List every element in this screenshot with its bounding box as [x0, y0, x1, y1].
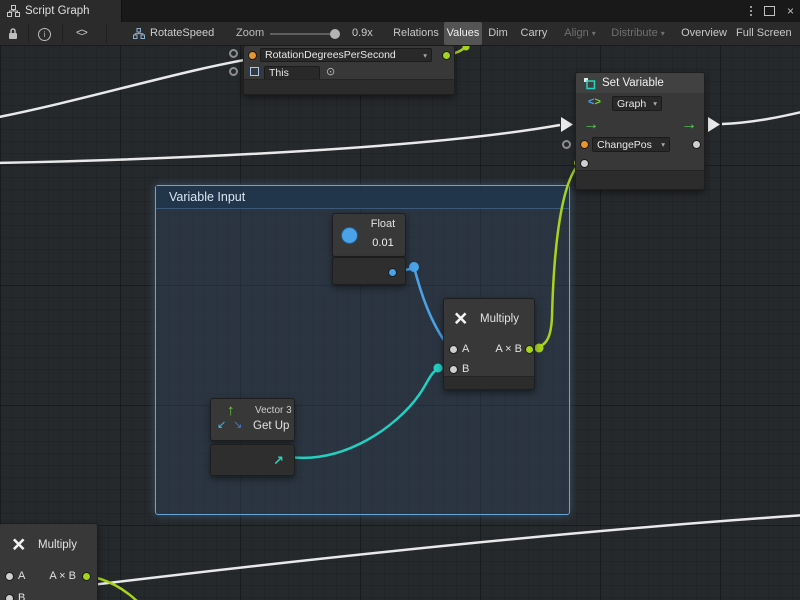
result-label: A × B — [38, 570, 76, 582]
zoom-label: Zoom — [236, 22, 264, 45]
close-icon[interactable]: × — [787, 0, 794, 22]
unconnected-port[interactable] — [562, 140, 571, 149]
align-button[interactable]: Align▾ — [558, 22, 602, 45]
node-title: Set Variable — [602, 77, 664, 89]
chevron-down-icon: ▾ — [420, 51, 427, 60]
dim-button[interactable]: Dim — [484, 22, 512, 45]
flow-out-arrow-icon — [708, 117, 720, 132]
maximize-icon[interactable] — [764, 6, 775, 16]
input-b-label: B — [18, 592, 25, 600]
script-graph-icon — [7, 5, 20, 17]
flow-out-port[interactable]: → — [681, 117, 697, 133]
node-multiply-bottom[interactable]: × Multiply A A × B B — [0, 523, 98, 600]
node-vector3-get-up[interactable]: ↑ ↙ ↘ Vector 3 Get Up — [210, 398, 295, 441]
input-a-label: A — [18, 570, 25, 582]
asset-name[interactable]: RotateSpeed — [150, 22, 214, 45]
result-out-port[interactable] — [525, 345, 534, 354]
group-title: Variable Input — [169, 190, 245, 204]
chevron-down-icon: ▾ — [658, 140, 665, 149]
input-b-label: B — [462, 363, 469, 375]
flow-in-port[interactable]: → — [583, 117, 599, 133]
operation-label: Get Up — [253, 420, 289, 432]
node-set-variable[interactable]: Set Variable <> Graph ▾ → → ChangePos ▾ — [575, 72, 705, 190]
node-multiply-center[interactable]: × Multiply A A × B B — [443, 298, 535, 390]
graph-icon: <> — [588, 96, 601, 108]
float-out-port[interactable] — [388, 268, 397, 277]
float-type-icon — [341, 227, 358, 244]
zoom-slider-handle[interactable] — [330, 29, 340, 39]
up-arrow-icon: ↑ — [227, 402, 235, 419]
unconnected-port[interactable] — [229, 49, 238, 58]
chevron-down-icon: ▾ — [650, 99, 657, 108]
node-footer — [444, 376, 534, 389]
window-titlebar: Script Graph × — [0, 0, 800, 23]
result-out-port[interactable] — [82, 572, 91, 581]
node-footer — [244, 79, 454, 94]
overview-button[interactable]: Overview — [676, 22, 732, 45]
node-title: Multiply — [38, 539, 77, 551]
chevron-down-icon: ▾ — [592, 29, 596, 38]
type-label: Float — [363, 218, 403, 230]
tab-title: Script Graph — [25, 5, 90, 17]
fullscreen-button[interactable]: Full Screen — [736, 22, 800, 45]
value-in-port[interactable] — [580, 159, 589, 168]
distribute-button[interactable]: Distribute▾ — [604, 22, 672, 45]
gameobject-cube-icon — [250, 67, 259, 76]
type-label: Vector 3 — [255, 405, 292, 416]
axis-left-icon: ↙ — [217, 418, 226, 431]
node-title: Multiply — [480, 313, 519, 325]
vector-out-port[interactable]: ↗ — [273, 453, 284, 469]
info-icon[interactable]: i — [38, 28, 51, 39]
variable-name-port[interactable] — [248, 51, 257, 60]
multiply-icon: × — [454, 307, 467, 330]
node-float-port-section[interactable] — [332, 257, 406, 285]
node-get-variable-rotation[interactable]: RotationDegreesPerSecond ▾ This ⊙ — [243, 45, 455, 95]
variable-value-out-port[interactable] — [442, 51, 451, 60]
input-b-port[interactable] — [5, 594, 14, 600]
unconnected-port[interactable] — [229, 67, 238, 76]
graph-canvas[interactable]: Variable Input — [0, 45, 800, 600]
input-b-port[interactable] — [449, 365, 458, 374]
input-a-port[interactable] — [449, 345, 458, 354]
carry-button[interactable]: Carry — [514, 22, 554, 45]
input-a-port[interactable] — [5, 572, 14, 581]
scope-dropdown[interactable]: Graph ▾ — [612, 96, 662, 111]
chevron-down-icon: ▾ — [661, 29, 665, 38]
value-field[interactable]: 0.01 — [363, 237, 403, 249]
variable-name-dropdown[interactable]: RotationDegreesPerSecond ▾ — [260, 48, 432, 62]
set-variable-icon — [583, 77, 596, 93]
flow-in-arrow-icon — [561, 117, 573, 132]
multiply-icon: × — [12, 533, 25, 556]
variable-out-port[interactable] — [692, 140, 701, 149]
graph-asset-icon — [133, 28, 145, 40]
code-toggle-icon[interactable]: <> — [76, 22, 87, 45]
node-footer — [576, 170, 704, 189]
window-controls: × — [750, 0, 794, 22]
unity-script-graph-window: Script Graph × i <> RotateSpe — [0, 0, 800, 600]
input-a-label: A — [462, 343, 469, 355]
axis-right-icon: ↘ — [233, 418, 242, 431]
variable-name-port[interactable] — [580, 140, 589, 149]
lock-icon[interactable] — [7, 27, 19, 40]
variable-name-dropdown[interactable]: ChangePos ▾ — [592, 137, 670, 152]
group-header[interactable]: Variable Input — [156, 186, 569, 209]
graph-toolbar: i <> RotateSpeed Zoom 0.9x Relations Val… — [0, 22, 800, 46]
values-button[interactable]: Values — [444, 22, 482, 45]
menu-icon[interactable] — [750, 6, 752, 16]
zoom-value: 0.9x — [352, 22, 373, 45]
tab-script-graph[interactable]: Script Graph — [0, 0, 122, 22]
object-picker-icon[interactable]: ⊙ — [326, 67, 335, 78]
result-label: A × B — [482, 343, 522, 355]
node-vector3-port-section[interactable]: ↗ — [210, 444, 295, 476]
relations-button[interactable]: Relations — [390, 22, 442, 45]
target-field[interactable]: This — [264, 66, 320, 80]
node-float-literal[interactable]: Float 0.01 — [332, 213, 406, 257]
